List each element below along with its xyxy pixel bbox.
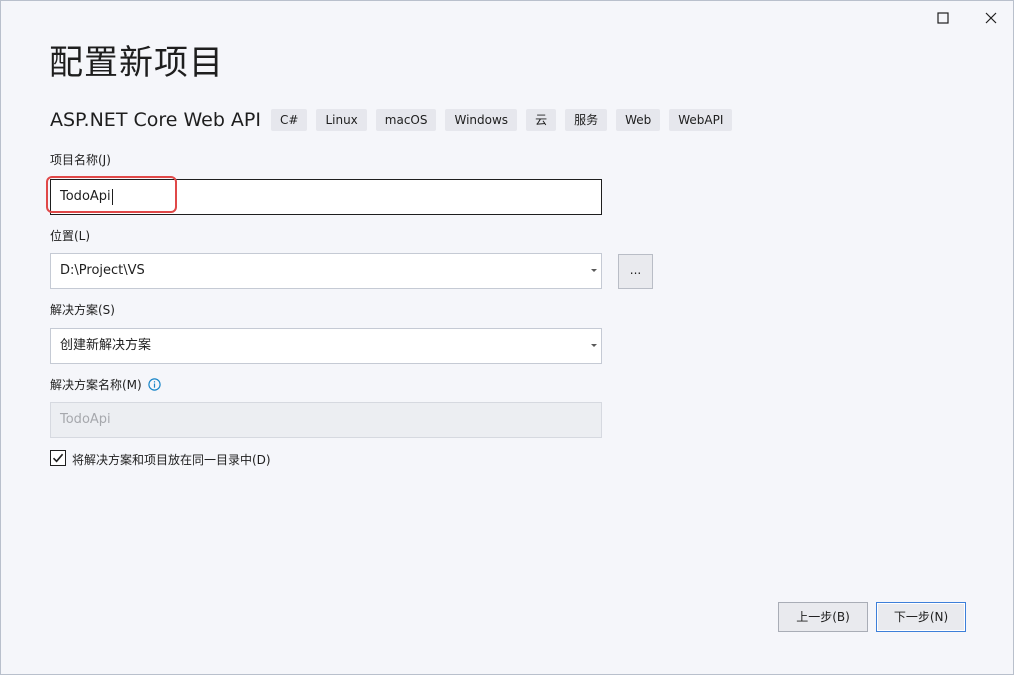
maximize-button[interactable] [923,5,963,31]
configure-project-dialog: 配置新项目 ASP.NET Core Web API C# Linux macO… [0,0,1014,675]
tag-webapi: WebAPI [669,109,733,131]
solution-combobox[interactable]: 创建新解决方案 [50,328,602,364]
solution-name-value: TodoApi [60,412,111,427]
chevron-down-icon [591,269,597,272]
next-button[interactable]: 下一步(N) [876,602,966,632]
tag-csharp: C# [271,109,308,131]
close-icon [985,12,997,24]
solution-name-input: TodoApi [50,402,602,438]
project-name-value: TodoApi [60,189,111,204]
template-name: ASP.NET Core Web API [50,109,261,131]
project-name-input[interactable]: TodoApi [50,179,602,215]
page-title: 配置新项目 [49,43,224,83]
tag-macos: macOS [375,109,437,131]
same-directory-checkbox[interactable] [50,450,66,466]
tag-web: Web [616,109,661,131]
tag-linux: Linux [316,109,367,131]
close-button[interactable] [971,5,1011,31]
tag-windows: Windows [445,109,518,131]
project-name-label: 项目名称(J) [50,153,111,167]
template-tags: C# Linux macOS Windows 云 服务 Web WebAPI [271,109,733,131]
tag-service: 服务 [565,109,608,131]
checkmark-icon [52,453,64,463]
maximize-icon [937,12,949,24]
location-label: 位置(L) [50,229,91,243]
solution-value: 创建新解决方案 [60,338,152,353]
tag-cloud: 云 [526,109,557,131]
back-button[interactable]: 上一步(B) [778,602,868,632]
location-value: D:\Project\VS [60,263,145,278]
text-cursor [111,188,113,205]
solution-name-label: 解决方案名称(M) [50,378,142,392]
info-icon[interactable] [148,378,161,391]
chevron-down-icon [591,344,597,347]
same-directory-label[interactable]: 将解决方案和项目放在同一目录中(D) [72,452,271,468]
location-combobox[interactable]: D:\Project\VS [50,253,602,289]
solution-label: 解决方案(S) [50,303,115,317]
browse-button[interactable]: ... [618,254,653,289]
